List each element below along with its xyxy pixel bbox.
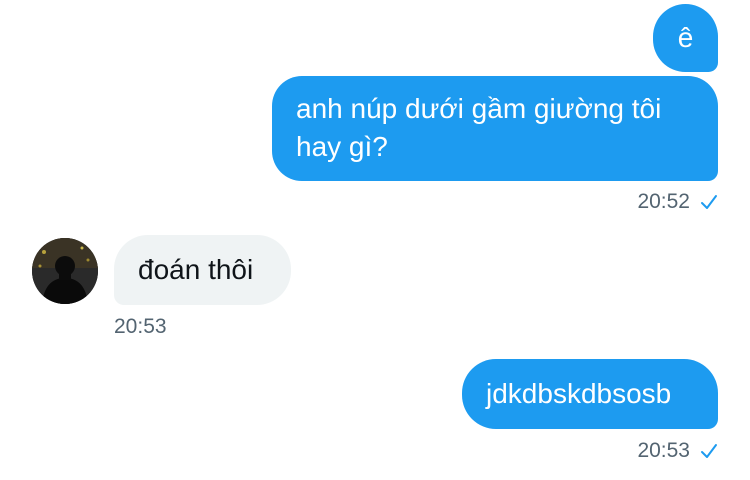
outgoing-message-bubble[interactable]: anh núp dưới gầm giường tôi hay gì? — [272, 76, 718, 181]
message-text: đoán thôi — [138, 254, 254, 285]
avatar-photo-icon — [32, 238, 98, 304]
message-meta: 20:52 — [637, 190, 718, 214]
incoming-message-bubble[interactable]: đoán thôi — [114, 235, 291, 305]
message-text: jdkdbskdbsosb — [486, 378, 672, 409]
message-timestamp: 20:52 — [637, 190, 690, 213]
outgoing-message-bubble[interactable]: ê — [653, 4, 718, 72]
chat-thread: ê anh núp dưới gầm giường tôi hay gì? 20… — [0, 0, 750, 480]
message-text: anh núp dưới gầm giường tôi hay gì? — [296, 93, 662, 162]
read-check-icon — [701, 195, 717, 209]
message-text: ê — [677, 22, 694, 53]
message-timestamp: 20:53 — [637, 439, 690, 462]
message-timestamp: 20:53 — [114, 315, 167, 338]
outgoing-message-bubble[interactable]: jdkdbskdbsosb — [462, 359, 718, 429]
message-meta: 20:53 — [114, 315, 167, 339]
message-meta: 20:53 — [637, 439, 718, 463]
read-check-icon — [701, 444, 717, 458]
contact-avatar[interactable] — [32, 238, 98, 304]
